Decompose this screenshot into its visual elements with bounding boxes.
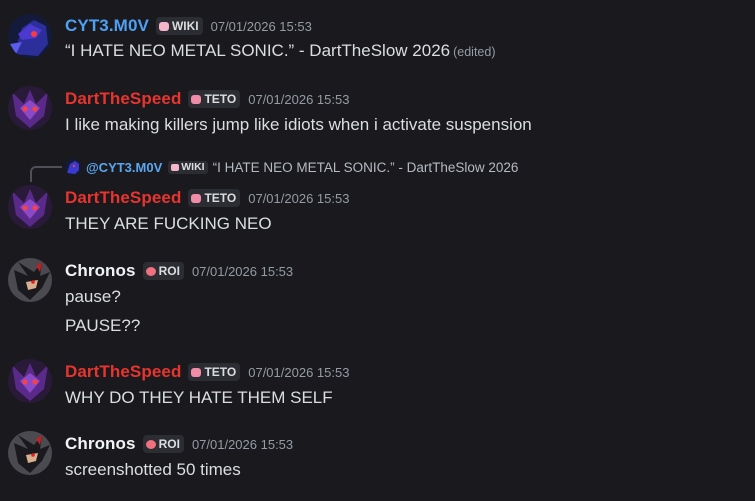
skull-icon: [145, 439, 156, 449]
reply-username[interactable]: @CYT3.M0V: [86, 160, 162, 175]
username[interactable]: Chronos: [65, 261, 136, 281]
skull-icon: [145, 266, 156, 276]
role-tag[interactable]: TETO: [188, 90, 241, 108]
message-text: “I HATE NEO METAL SONIC.” - DartTheSlow …: [65, 41, 451, 60]
avatar-dart[interactable]: [8, 359, 52, 403]
message-content: “I HATE NEO METAL SONIC.” - DartTheSlow …: [65, 41, 496, 61]
message-text: screenshotted 50 times: [65, 460, 241, 479]
edited-marker: (edited): [453, 45, 496, 59]
message-text: PAUSE??: [65, 316, 141, 335]
role-tag-label: ROI: [158, 264, 180, 278]
timestamp[interactable]: 07/01/2026 15:53: [192, 437, 293, 452]
reply-role-tag: WIKI: [168, 160, 208, 174]
message-text: pause?: [65, 287, 121, 306]
avatar-dart[interactable]: [8, 86, 52, 130]
role-tag[interactable]: TETO: [188, 363, 241, 381]
role-tag-label: TETO: [204, 365, 237, 379]
timestamp[interactable]: 07/01/2026 15:53: [248, 92, 349, 107]
reply-text: “I HATE NEO METAL SONIC.” - DartTheSlow …: [212, 159, 519, 175]
role-tag-label: WIKI: [171, 19, 199, 33]
role-tag-label: TETO: [204, 92, 237, 106]
reply-avatar: [65, 159, 81, 175]
avatar-cyt3[interactable]: [8, 14, 52, 58]
username[interactable]: Chronos: [65, 434, 136, 454]
reply-preview[interactable]: @CYT3.M0V WIKI “I HATE NEO METAL SONIC.”…: [65, 158, 518, 176]
timestamp[interactable]: 07/01/2026 15:53: [248, 365, 349, 380]
avatar-dart[interactable]: [8, 185, 52, 229]
avatar-chronos[interactable]: [8, 258, 52, 302]
reply-role-tag-label: WIKI: [181, 161, 205, 173]
timestamp[interactable]: 07/01/2026 15:53: [192, 264, 293, 279]
role-tag[interactable]: ROI: [142, 435, 184, 453]
role-tag[interactable]: ROI: [142, 262, 184, 280]
username[interactable]: DartTheSpeed: [65, 362, 181, 382]
heart-icon: [191, 193, 202, 203]
username[interactable]: CYT3.M0V: [65, 16, 149, 36]
avatar-chronos[interactable]: [8, 431, 52, 475]
heart-icon: [191, 94, 202, 104]
timestamp[interactable]: 07/01/2026 15:53: [211, 19, 312, 34]
heart-icon: [158, 21, 169, 31]
timestamp[interactable]: 07/01/2026 15:53: [248, 191, 349, 206]
reply-connector: [30, 166, 62, 182]
heart-icon: [171, 163, 180, 171]
username[interactable]: DartTheSpeed: [65, 188, 181, 208]
role-tag[interactable]: WIKI: [155, 17, 203, 35]
role-tag-label: ROI: [158, 437, 180, 451]
role-tag[interactable]: TETO: [188, 189, 241, 207]
username[interactable]: DartTheSpeed: [65, 89, 181, 109]
heart-icon: [191, 367, 202, 377]
message-text: THEY ARE FUCKING NEO: [65, 214, 272, 233]
role-tag-label: TETO: [204, 191, 237, 205]
message-text: WHY DO THEY HATE THEM SELF: [65, 388, 333, 407]
message-text: I like making killers jump like idiots w…: [65, 115, 532, 134]
